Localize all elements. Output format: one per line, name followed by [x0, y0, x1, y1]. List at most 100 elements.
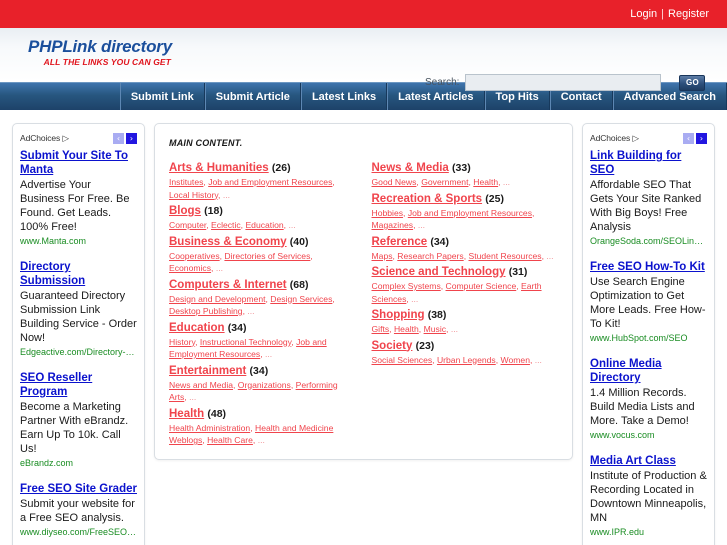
ad-title-link[interactable]: SEO Reseller Program — [20, 371, 137, 399]
category-link[interactable]: Reference — [372, 236, 428, 248]
subcategory-link[interactable]: History — [169, 337, 195, 347]
nav-item-submit-link[interactable]: Submit Link — [119, 83, 205, 110]
ad-url[interactable]: www.Manta.com — [20, 235, 137, 248]
category-heading: Society (23) — [372, 338, 559, 354]
ad-url[interactable]: eBrandz.com — [20, 457, 137, 470]
subcategory-link[interactable]: Urban Legends — [437, 355, 496, 365]
category-block: Arts & Humanities (26) Institutes, Job a… — [169, 160, 356, 201]
category-heading: Education (34) — [169, 320, 356, 336]
subcategory-link[interactable]: Student Resources — [468, 251, 541, 261]
subcategory-link[interactable]: Health — [394, 324, 419, 334]
category-link[interactable]: Science and Technology — [372, 266, 506, 278]
ad-title-link[interactable]: Free SEO How-To Kit — [590, 260, 707, 274]
subcategory-link[interactable]: Eclectic — [211, 220, 241, 230]
category-link[interactable]: Education — [169, 322, 225, 334]
subcategory-link[interactable]: Desktop Publishing — [169, 306, 243, 316]
subcategory-link[interactable]: Maps — [372, 251, 393, 261]
register-link[interactable]: Register — [668, 8, 709, 20]
nav-item-latest-links[interactable]: Latest Links — [300, 83, 388, 110]
category-link[interactable]: Society — [372, 340, 413, 352]
ad-url[interactable]: www.IPR.edu — [590, 526, 707, 539]
adchoices-text: AdChoices — [590, 133, 631, 143]
ad-description: 1.4 Million Records. Build Media Lists a… — [590, 387, 695, 427]
category-link[interactable]: Business & Economy — [169, 236, 287, 248]
adchoices-label[interactable]: AdChoices ▷ — [20, 133, 69, 144]
nav-item-submit-article[interactable]: Submit Article — [204, 83, 301, 110]
left-ad-nav-arrows: ‹ › — [113, 133, 137, 144]
ad-title-link[interactable]: Link Building for SEO — [590, 149, 707, 177]
subcategory-link[interactable]: Gifts — [372, 324, 390, 334]
login-link[interactable]: Login — [630, 8, 657, 20]
subcategory-link[interactable]: News and Media — [169, 380, 233, 390]
chevron-right-icon[interactable]: › — [126, 133, 137, 144]
category-link[interactable]: Computers & Internet — [169, 279, 287, 291]
adchoices-label[interactable]: AdChoices ▷ — [590, 133, 639, 144]
ad-item: SEO Reseller Program Become a Marketing … — [20, 371, 137, 470]
ad-title-link[interactable]: Directory Submission — [20, 260, 137, 288]
subcategory-link[interactable]: Local History — [169, 190, 218, 200]
search-go-button[interactable]: GO — [679, 74, 706, 91]
search-area: Search: GO — [425, 74, 706, 91]
subcategory-link[interactable]: Hobbies — [372, 208, 404, 218]
subcategory-link[interactable]: Computer Science — [446, 281, 517, 291]
subcategory-link[interactable]: Good News — [372, 177, 417, 187]
category-link[interactable]: Recreation & Sports — [372, 193, 483, 205]
subcategory-link[interactable]: Economics — [169, 263, 211, 273]
category-link[interactable]: Health — [169, 408, 204, 420]
ad-url[interactable]: www.diyseo.com/FreeSEORep... — [20, 526, 137, 539]
search-input[interactable] — [465, 74, 662, 91]
subcategory-link[interactable]: Job and Employment Resources — [408, 208, 532, 218]
category-link[interactable]: Shopping — [372, 309, 425, 321]
subcategory-link[interactable]: Research Papers — [397, 251, 463, 261]
category-block: Science and Technology (31) Complex Syst… — [372, 264, 559, 305]
site-logo[interactable]: PHPLink directory ALL THE LINKS YOU CAN … — [28, 37, 172, 68]
chevron-left-icon[interactable]: ‹ — [683, 133, 694, 144]
subcategory-link[interactable]: Social Sciences — [372, 355, 433, 365]
subcategory-link[interactable]: Health Administration — [169, 423, 250, 433]
subcategory-link[interactable]: Women — [501, 355, 530, 365]
subcategory-link[interactable]: Magazines — [372, 220, 414, 230]
right-adchoices-bar: AdChoices ▷ ‹ › — [590, 132, 707, 145]
ad-url[interactable]: OrangeSoda.com/SEOLinkBu... — [590, 235, 707, 248]
ad-title-link[interactable]: Free SEO Site Grader — [20, 482, 137, 496]
ad-url[interactable]: www.vocus.com — [590, 429, 707, 442]
subcategory-ellipsis: ... — [534, 354, 542, 365]
subcategory-list: Maps, Research Papers, Student Resources… — [371, 250, 554, 261]
subcategory-link[interactable]: Instructional Technology — [200, 337, 291, 347]
subcategory-link[interactable]: Complex Systems — [372, 281, 441, 291]
subcategory-ellipsis: ... — [189, 392, 197, 402]
subcategory-link[interactable]: Music — [424, 324, 446, 334]
subcategory-link[interactable]: Computer — [169, 220, 206, 230]
subcategory-link[interactable]: Health — [473, 177, 498, 187]
ad-title-link[interactable]: Online Media Directory — [590, 357, 707, 385]
subcategory-link[interactable]: Design Services — [270, 294, 332, 304]
chevron-left-icon[interactable]: ‹ — [113, 133, 124, 144]
subcategory-link[interactable]: Cooperatives — [169, 251, 220, 261]
category-link[interactable]: News & Media — [372, 162, 449, 174]
ad-url[interactable]: www.HubSpot.com/SEO — [590, 332, 707, 345]
subcategory-link[interactable]: Job and Employment Resources — [208, 177, 332, 187]
subcategory-link[interactable]: Institutes — [169, 177, 203, 187]
account-links: Login | Register — [630, 0, 709, 28]
subcategory-list: Design and Development, Design Services,… — [169, 293, 335, 317]
category-count: (23) — [415, 339, 435, 352]
category-column-left: Arts & Humanities (26) Institutes, Job a… — [169, 160, 356, 449]
subcategory-link[interactable]: Organizations — [238, 380, 291, 390]
subcategory-link[interactable]: Education — [245, 220, 283, 230]
subcategory-ellipsis: ... — [502, 177, 511, 187]
category-block: Business & Economy (40) Cooperatives, Di… — [169, 234, 356, 275]
category-count: (68) — [289, 278, 309, 291]
ad-url[interactable]: Edgeactive.com/Directory-Sub... — [20, 346, 137, 359]
category-link[interactable]: Blogs — [169, 205, 201, 217]
category-link[interactable]: Entertainment — [169, 365, 246, 377]
category-block: Society (23) Social Sciences, Urban Lege… — [372, 338, 559, 367]
ad-title-link[interactable]: Submit Your Site To Manta — [20, 149, 137, 177]
chevron-right-icon[interactable]: › — [696, 133, 707, 144]
subcategory-link[interactable]: Health Care — [207, 435, 253, 445]
subcategory-link[interactable]: Government — [421, 177, 468, 187]
subcategory-link[interactable]: Design and Development — [169, 294, 266, 304]
ad-title-link[interactable]: Media Art Class — [590, 454, 707, 468]
subcategory-link[interactable]: Directories of Services — [224, 251, 310, 261]
category-link[interactable]: Arts & Humanities — [169, 162, 269, 174]
